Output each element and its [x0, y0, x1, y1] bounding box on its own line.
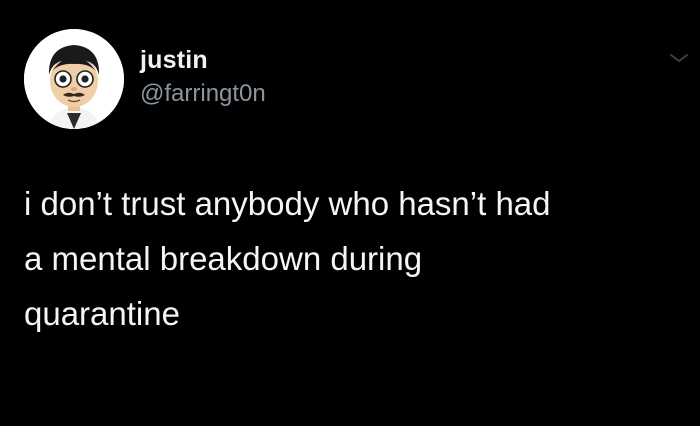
- tweet-text-line: a mental breakdown during: [24, 240, 423, 277]
- tweet-text-line: i don’t trust anybody who hasn’t had: [24, 185, 551, 222]
- tweet-card: justin @farringt0n i don’t trust anybody…: [0, 0, 700, 426]
- mii-avatar-icon[interactable]: [24, 29, 124, 129]
- tweet-text-line: quarantine: [24, 295, 180, 332]
- chevron-down-icon[interactable]: [668, 50, 690, 66]
- tweet-text: i don’t trust anybody who hasn’t had a m…: [24, 176, 684, 341]
- avatar-graphic: [24, 29, 124, 129]
- author-name[interactable]: justin: [140, 45, 266, 75]
- author-handle[interactable]: @farringt0n: [140, 79, 266, 109]
- author-info: justin @farringt0n: [140, 45, 266, 109]
